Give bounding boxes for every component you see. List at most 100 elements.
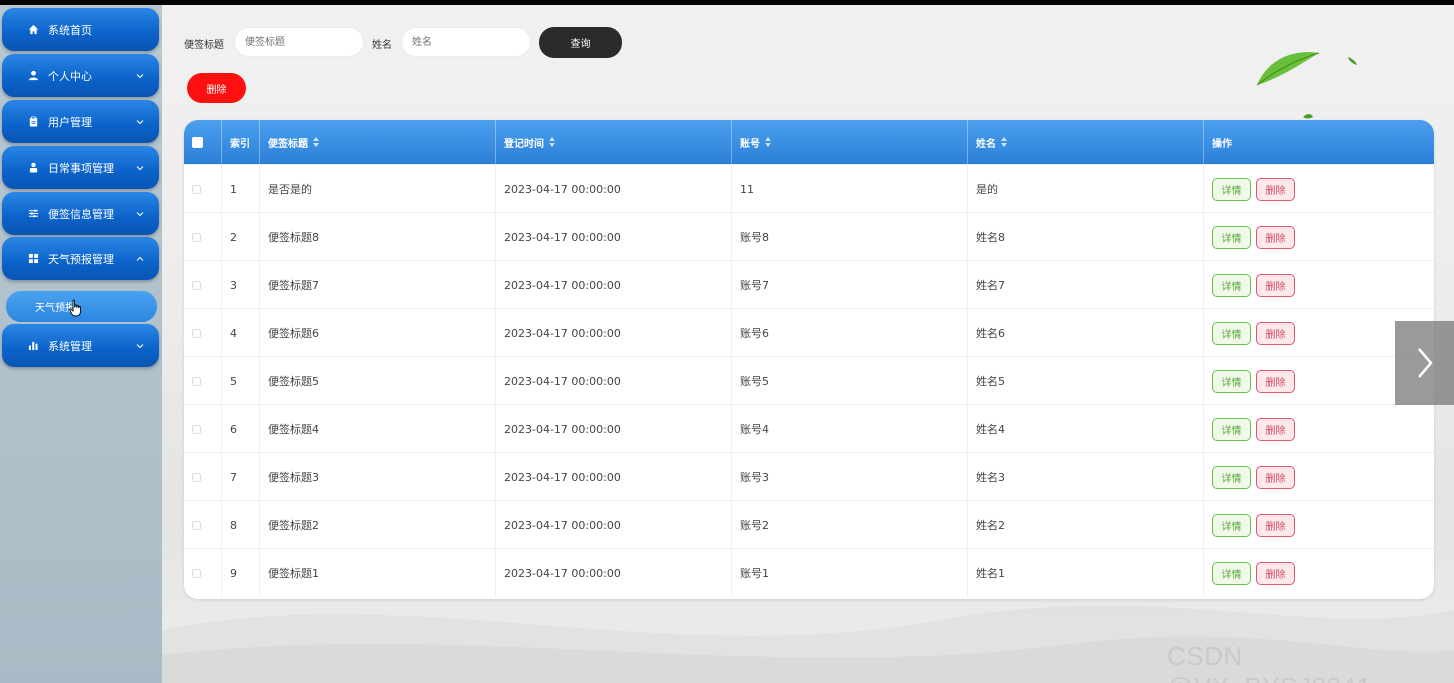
query-button[interactable]: 查询 [539, 27, 622, 58]
header-index: 索引 [222, 120, 260, 164]
cell-index: 5 [222, 357, 260, 405]
sort-icon[interactable] [765, 137, 771, 147]
select-all-checkbox[interactable] [192, 136, 203, 148]
header-select-all-cell [184, 120, 222, 164]
chevron-down-icon [136, 343, 144, 348]
header-name[interactable]: 姓名 [968, 120, 1204, 164]
cell-title: 便签标题7 [260, 261, 496, 309]
detail-button[interactable]: 详情 [1212, 369, 1251, 393]
detail-button[interactable]: 详情 [1212, 225, 1251, 249]
cell-account: 账号3 [732, 453, 968, 501]
name-search-input[interactable] [401, 27, 531, 57]
cell-name: 姓名3 [968, 453, 1204, 501]
sidebar-item-notes[interactable]: 便签信息管理 [2, 192, 159, 235]
cell-account: 账号8 [732, 213, 968, 261]
table-row: 9 便签标题1 2023-04-17 00:00:00 账号1 姓名1 详情 删… [184, 548, 1434, 597]
cell-time: 2023-04-17 00:00:00 [496, 501, 732, 549]
sort-icon[interactable] [313, 137, 319, 147]
header-time[interactable]: 登记时间 [496, 120, 732, 164]
sidebar-item-daily-tasks[interactable]: 日常事项管理 [2, 146, 159, 189]
row-checkbox[interactable] [192, 424, 201, 434]
row-delete-button[interactable]: 删除 [1256, 513, 1295, 537]
chevron-up-icon [136, 256, 144, 261]
person-icon [26, 161, 40, 175]
cell-title: 是否是的 [260, 165, 496, 213]
cell-title: 便签标题4 [260, 405, 496, 453]
row-delete-button[interactable]: 删除 [1256, 321, 1295, 345]
row-checkbox[interactable] [192, 184, 201, 194]
cell-name: 姓名5 [968, 357, 1204, 405]
next-page-button[interactable] [1395, 321, 1454, 405]
sidebar-item-profile[interactable]: 个人中心 [2, 54, 159, 97]
title-search-input[interactable] [234, 27, 364, 57]
table-row: 2 便签标题8 2023-04-17 00:00:00 账号8 姓名8 详情 删… [184, 212, 1434, 261]
cell-time: 2023-04-17 00:00:00 [496, 453, 732, 501]
cell-actions: 详情 删除 [1204, 213, 1434, 261]
table-row: 5 便签标题5 2023-04-17 00:00:00 账号5 姓名5 详情 删… [184, 356, 1434, 405]
cell-title: 便签标题8 [260, 213, 496, 261]
table-row: 4 便签标题6 2023-04-17 00:00:00 账号6 姓名6 详情 删… [184, 308, 1434, 357]
cell-account: 账号6 [732, 309, 968, 357]
batch-delete-button[interactable]: 删除 [187, 73, 246, 103]
chevron-down-icon [136, 119, 144, 124]
detail-button[interactable]: 详情 [1212, 177, 1251, 201]
cell-actions: 详情 删除 [1204, 405, 1434, 453]
row-checkbox[interactable] [192, 376, 201, 386]
cell-account: 账号2 [732, 501, 968, 549]
row-checkbox[interactable] [192, 472, 201, 482]
detail-button[interactable]: 详情 [1212, 417, 1251, 441]
sidebar-item-label: 日常事项管理 [48, 161, 114, 175]
sidebar-item-users[interactable]: 用户管理 [2, 100, 159, 143]
cell-account: 账号4 [732, 405, 968, 453]
cell-title: 便签标题3 [260, 453, 496, 501]
detail-button[interactable]: 详情 [1212, 561, 1251, 585]
row-delete-button[interactable]: 删除 [1256, 417, 1295, 441]
title-search-label: 便签标题 [184, 40, 224, 51]
sidebar-item-label: 个人中心 [48, 69, 92, 83]
detail-button[interactable]: 详情 [1212, 465, 1251, 489]
cell-index: 7 [222, 453, 260, 501]
sort-icon[interactable] [549, 137, 555, 147]
cell-index: 2 [222, 213, 260, 261]
row-delete-button[interactable]: 删除 [1256, 561, 1295, 585]
cell-name: 姓名8 [968, 213, 1204, 261]
row-checkbox[interactable] [192, 328, 201, 338]
cell-actions: 详情 删除 [1204, 501, 1434, 549]
watermark-text: CSDN @VX_BYSJ8341 [1167, 641, 1371, 683]
sidebar-item-system[interactable]: 系统管理 [2, 324, 159, 367]
cell-index: 4 [222, 309, 260, 357]
sort-icon[interactable] [1001, 137, 1007, 147]
cell-time: 2023-04-17 00:00:00 [496, 405, 732, 453]
sidebar-item-label: 便签信息管理 [48, 207, 114, 221]
cell-index: 9 [222, 549, 260, 597]
name-search-label: 姓名 [372, 40, 392, 51]
header-account[interactable]: 账号 [732, 120, 968, 164]
sidebar-item-label: 系统管理 [48, 339, 92, 353]
chevron-right-icon [1417, 348, 1433, 378]
user-icon [26, 69, 40, 83]
cell-title: 便签标题5 [260, 357, 496, 405]
row-checkbox[interactable] [192, 520, 201, 530]
row-delete-button[interactable]: 删除 [1256, 369, 1295, 393]
clipboard-icon [26, 115, 40, 129]
cell-time: 2023-04-17 00:00:00 [496, 213, 732, 261]
header-title[interactable]: 便签标题 [260, 120, 496, 164]
cell-index: 8 [222, 501, 260, 549]
row-delete-button[interactable]: 删除 [1256, 465, 1295, 489]
cell-title: 便签标题2 [260, 501, 496, 549]
row-delete-button[interactable]: 删除 [1256, 273, 1295, 297]
detail-button[interactable]: 详情 [1212, 321, 1251, 345]
cell-name: 姓名1 [968, 549, 1204, 597]
row-checkbox[interactable] [192, 232, 201, 242]
row-checkbox[interactable] [192, 568, 201, 578]
row-delete-button[interactable]: 删除 [1256, 225, 1295, 249]
cell-actions: 详情 删除 [1204, 549, 1434, 597]
chevron-down-icon [136, 73, 144, 78]
row-delete-button[interactable]: 删除 [1256, 177, 1295, 201]
sidebar-item-weather[interactable]: 天气预报管理 [2, 237, 159, 280]
detail-button[interactable]: 详情 [1212, 273, 1251, 297]
detail-button[interactable]: 详情 [1212, 513, 1251, 537]
cell-title: 便签标题6 [260, 309, 496, 357]
row-checkbox[interactable] [192, 280, 201, 290]
sidebar-item-home[interactable]: 系统首页 [2, 8, 159, 51]
